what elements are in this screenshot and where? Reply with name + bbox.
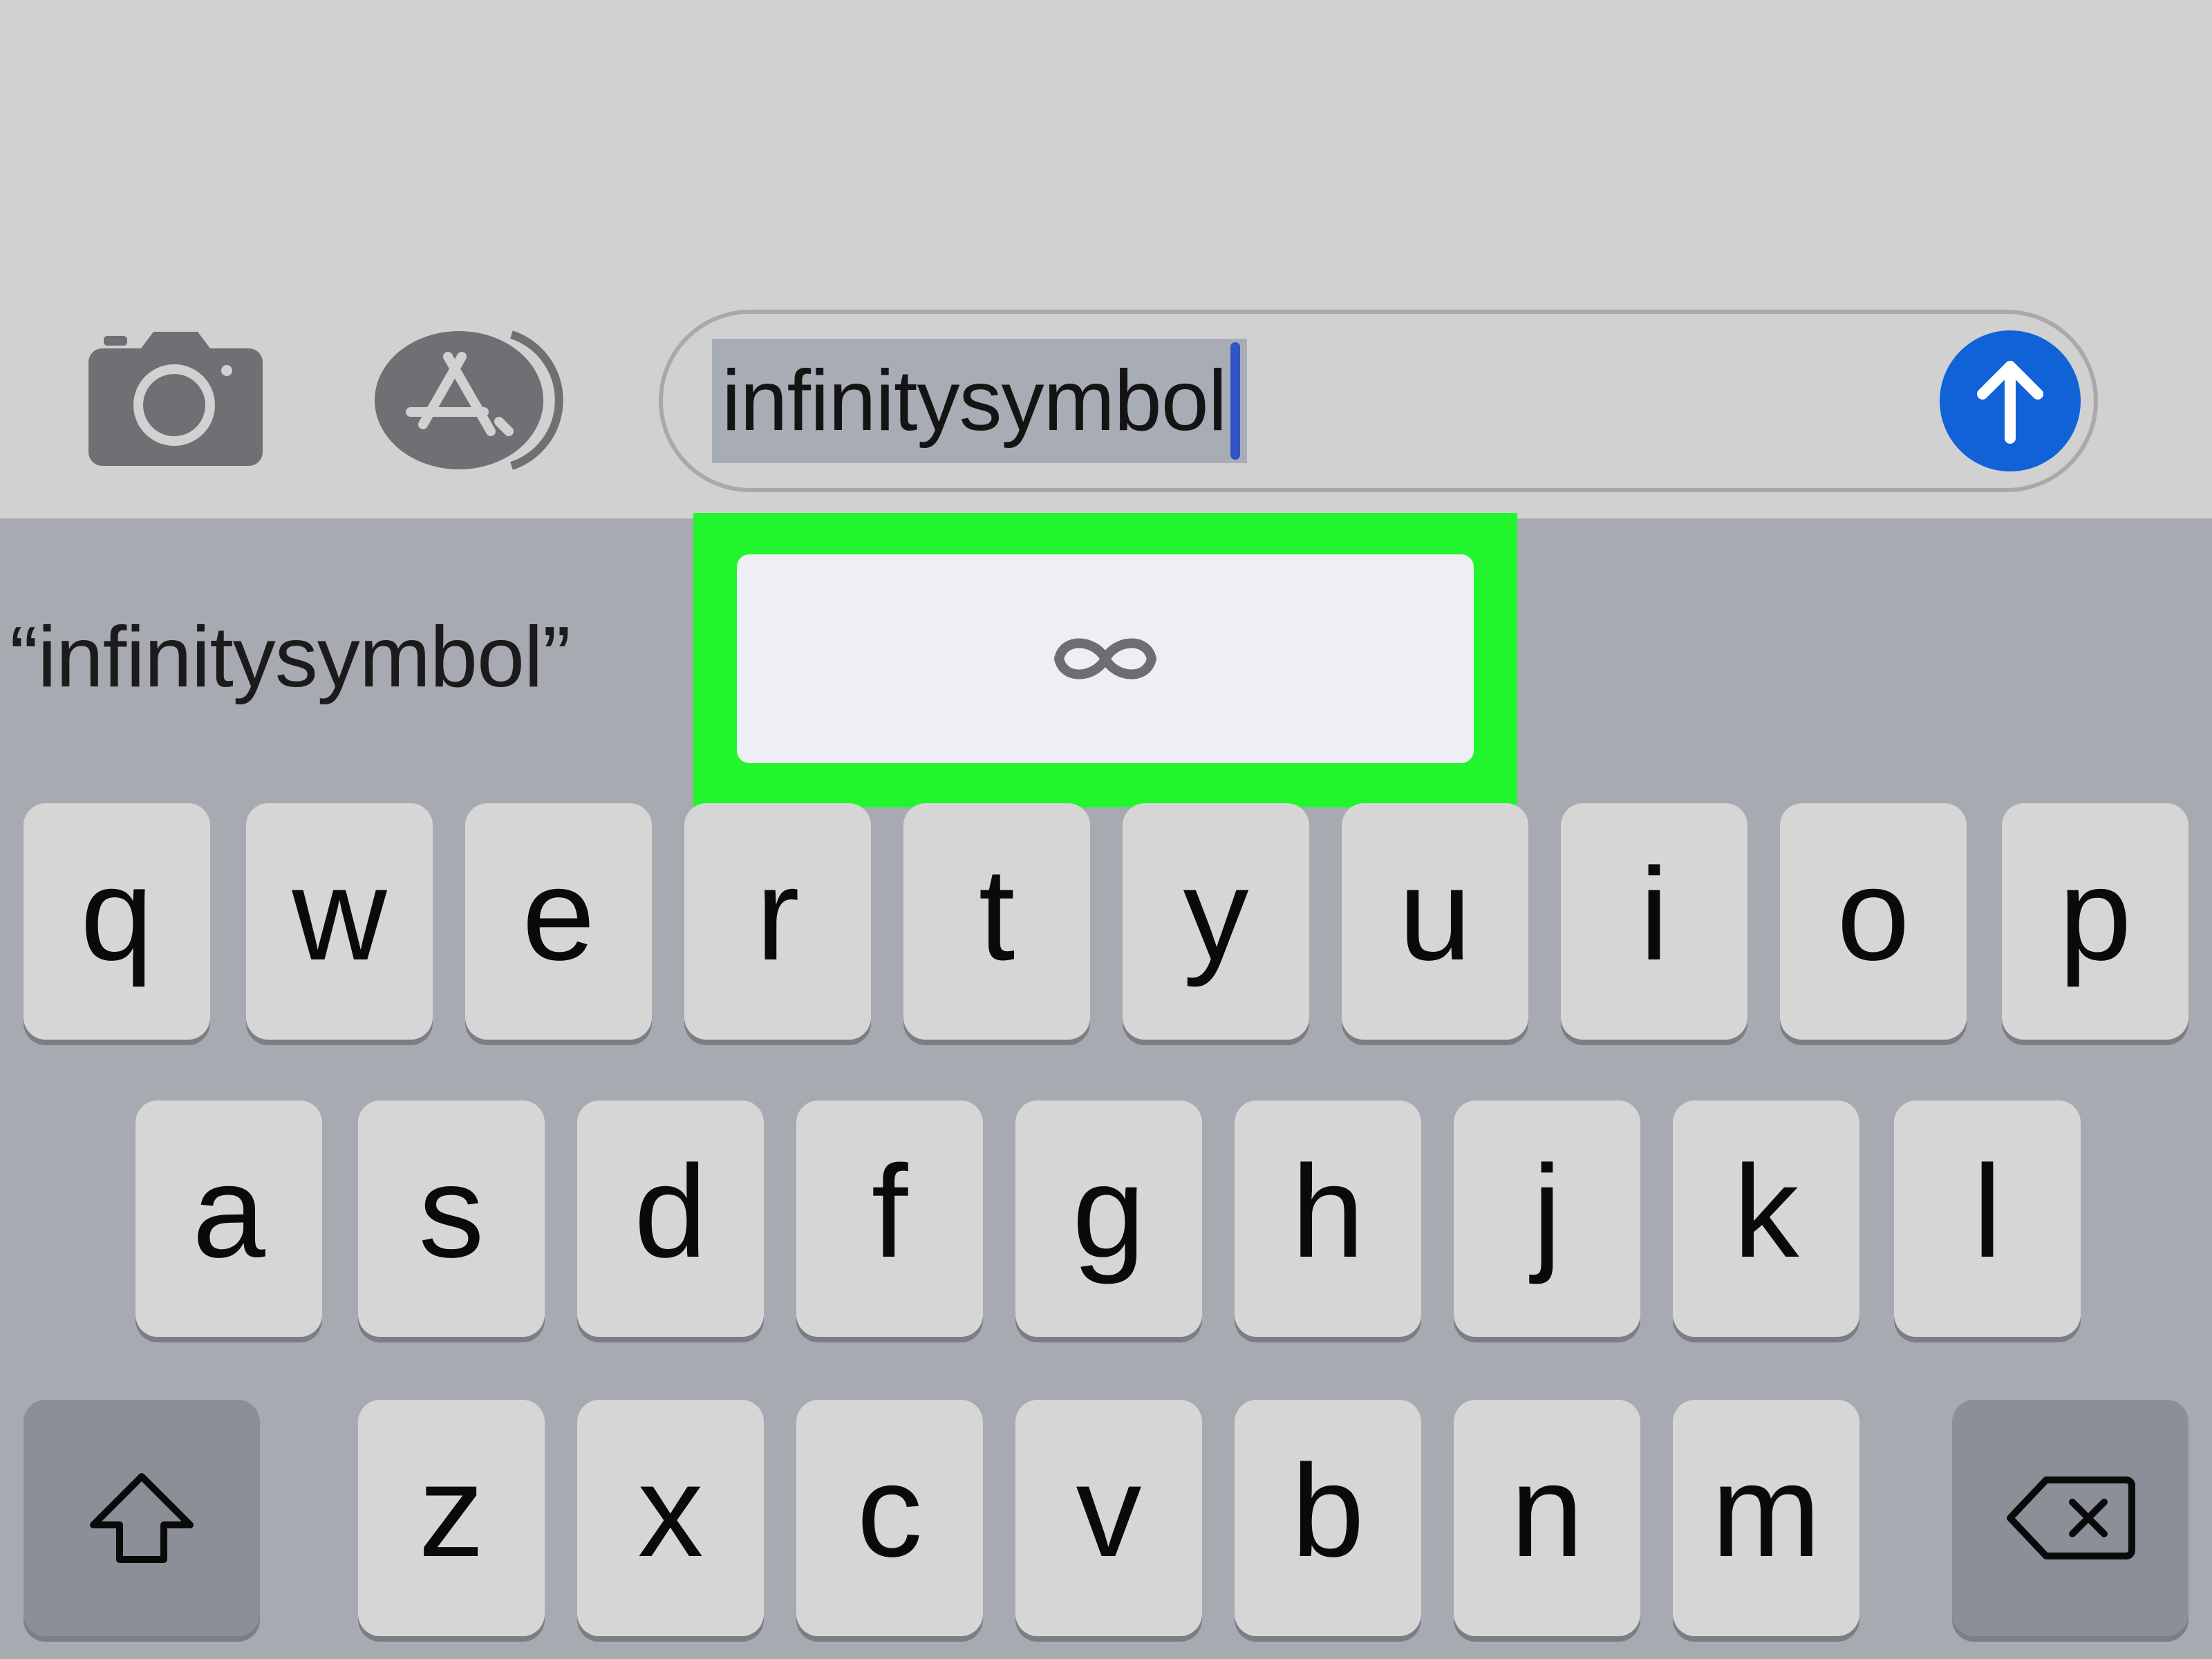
key-m[interactable]: m [1673, 1400, 1859, 1636]
key-l[interactable]: l [1894, 1100, 2081, 1337]
suggestion-typed-word[interactable]: “infinitysymbol” [10, 608, 571, 706]
emoji-suggestion-button[interactable]: ∞ [737, 554, 1474, 763]
shift-key[interactable] [24, 1400, 260, 1636]
key-x[interactable]: x [577, 1400, 764, 1636]
key-d[interactable]: d [577, 1100, 764, 1337]
key-q[interactable]: q [24, 803, 210, 1040]
send-button[interactable] [1940, 330, 2081, 471]
key-b[interactable]: b [1235, 1400, 1421, 1636]
key-r[interactable]: r [684, 803, 871, 1040]
key-t[interactable]: t [903, 803, 1090, 1040]
key-n[interactable]: n [1454, 1400, 1640, 1636]
key-i[interactable]: i [1561, 803, 1747, 1040]
message-input-text: infinitysymbol [722, 353, 1227, 449]
text-caret [1230, 342, 1241, 460]
arrow-up-icon [1977, 361, 2043, 444]
app-store-icon[interactable] [373, 328, 567, 473]
key-u[interactable]: u [1342, 803, 1528, 1040]
key-e[interactable]: e [465, 803, 652, 1040]
key-j[interactable]: j [1454, 1100, 1640, 1337]
key-v[interactable]: v [1015, 1400, 1202, 1636]
key-o[interactable]: o [1780, 803, 1967, 1040]
key-y[interactable]: y [1123, 803, 1309, 1040]
delete-backspace-icon [2007, 1477, 2135, 1559]
delete-key[interactable] [1952, 1400, 2188, 1636]
shift-icon [90, 1473, 194, 1563]
camera-icon[interactable] [88, 330, 263, 466]
key-a[interactable]: a [135, 1100, 322, 1337]
key-w[interactable]: w [246, 803, 433, 1040]
key-z[interactable]: z [358, 1400, 545, 1636]
key-p[interactable]: p [2002, 803, 2188, 1040]
key-k[interactable]: k [1673, 1100, 1859, 1337]
key-h[interactable]: h [1235, 1100, 1421, 1337]
key-f[interactable]: f [796, 1100, 983, 1337]
key-c[interactable]: c [796, 1400, 983, 1636]
key-g[interactable]: g [1015, 1100, 1202, 1337]
infinity-icon [1054, 638, 1156, 679]
key-s[interactable]: s [358, 1100, 545, 1337]
message-input-selection[interactable]: infinitysymbol [712, 339, 1248, 463]
